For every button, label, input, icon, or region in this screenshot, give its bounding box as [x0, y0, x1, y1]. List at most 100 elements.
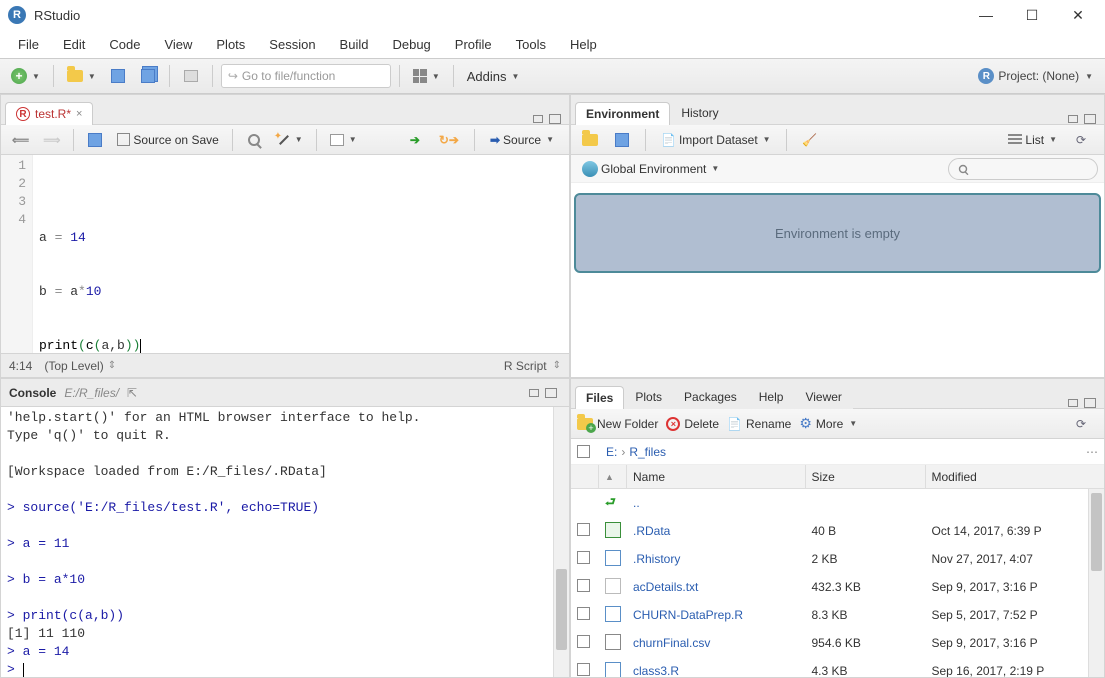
close-button[interactable]: ✕ [1065, 7, 1091, 24]
minimize-button[interactable]: — [973, 7, 999, 24]
menu-session[interactable]: Session [259, 33, 325, 56]
tab-packages[interactable]: Packages [673, 385, 748, 409]
import-dataset-button[interactable]: 📄Import Dataset▼ [656, 127, 776, 153]
console-popout-icon[interactable]: ⇱ [127, 386, 137, 400]
file-checkbox[interactable] [577, 607, 590, 620]
tab-viewer[interactable]: Viewer [794, 385, 852, 409]
file-type[interactable]: R Script [504, 359, 547, 373]
menu-tools[interactable]: Tools [506, 33, 556, 56]
titlebar: R RStudio — ☐ ✕ [0, 0, 1105, 30]
compile-button[interactable]: ▼ [325, 127, 362, 153]
menu-view[interactable]: View [154, 33, 202, 56]
open-file-button[interactable]: ▼ [62, 63, 101, 89]
menu-profile[interactable]: Profile [445, 33, 502, 56]
forward-button[interactable]: ⟹ [38, 127, 65, 153]
breadcrumb-drive[interactable]: E: [606, 445, 617, 459]
save-all-button[interactable] [135, 63, 161, 89]
print-button[interactable] [178, 63, 204, 89]
source-pane: R test.R* × ⟸ ⟹ Source on Save ▼ ▼ ➔ ↻➔ [0, 94, 570, 378]
file-checkbox[interactable] [577, 663, 590, 676]
new-folder-button[interactable]: +New Folder [577, 417, 658, 431]
minimize-pane-icon[interactable] [1068, 399, 1078, 407]
maximize-pane-icon[interactable] [549, 114, 561, 124]
tab-help[interactable]: Help [748, 385, 795, 409]
breadcrumb-more[interactable]: ⋯ [1086, 445, 1098, 459]
save-script-button[interactable] [82, 127, 108, 153]
file-checkbox[interactable] [577, 551, 590, 564]
code-area[interactable]: a = 14 b = a*10 print(c(a,b)) [33, 155, 141, 353]
file-checkbox[interactable] [577, 635, 590, 648]
col-name[interactable]: Name [627, 465, 806, 488]
refresh-files-button[interactable]: ⟳ [1068, 411, 1094, 437]
find-button[interactable] [241, 127, 267, 153]
menu-help[interactable]: Help [560, 33, 607, 56]
rename-button[interactable]: 📄Rename [727, 417, 791, 431]
clear-workspace-button[interactable]: 🧹 [797, 127, 823, 153]
source-tab-test[interactable]: R test.R* × [5, 102, 93, 125]
breadcrumb-folder[interactable]: R_files [629, 445, 666, 459]
source-script-button[interactable]: ➡Source▼ [485, 127, 559, 153]
minimize-pane-icon[interactable] [529, 389, 539, 397]
close-tab-icon[interactable]: × [76, 108, 82, 120]
console-header: Console E:/R_files/ ⇱ [1, 379, 569, 407]
refresh-env-button[interactable]: ⟳ [1068, 127, 1094, 153]
minimize-pane-icon[interactable] [1068, 115, 1078, 123]
maximize-pane-icon[interactable] [1084, 398, 1096, 408]
back-button[interactable]: ⟸ [7, 127, 34, 153]
col-modified[interactable]: Modified [926, 465, 1105, 488]
new-file-button[interactable]: +▼ [6, 63, 45, 89]
more-button[interactable]: ⚙More▼ [799, 415, 857, 432]
run-button[interactable]: ➔ [402, 127, 428, 153]
file-row[interactable]: .Rhistory2 KBNov 27, 2017, 4:07 [571, 545, 1104, 573]
scope-selector[interactable]: (Top Level)⇕ [44, 359, 116, 373]
maximize-button[interactable]: ☐ [1019, 7, 1045, 24]
minimize-pane-icon[interactable] [533, 115, 543, 123]
file-row-up[interactable]: ⮐ .. [571, 489, 1104, 517]
file-row[interactable]: churnFinal.csv954.6 KBSep 9, 2017, 3:16 … [571, 629, 1104, 657]
file-checkbox[interactable] [577, 579, 590, 592]
menu-edit[interactable]: Edit [53, 33, 95, 56]
addins-button[interactable]: Addins▼ [462, 63, 525, 89]
checkbox-icon [117, 133, 130, 146]
list-view-button[interactable]: List▼ [1003, 127, 1062, 153]
delete-button[interactable]: ×Delete [666, 417, 719, 431]
col-size[interactable]: Size [806, 465, 926, 488]
console-body[interactable]: 'help.start()' for an HTML browser inter… [1, 407, 569, 677]
tab-history[interactable]: History [670, 101, 729, 125]
file-row[interactable]: acDetails.txt432.3 KBSep 9, 2017, 3:16 P [571, 573, 1104, 601]
project-selector[interactable]: R Project: (None) ▼ [972, 68, 1099, 84]
code-editor[interactable]: 1 2 3 4 a = 14 b = a*10 print(c(a,b)) [1, 155, 569, 353]
menu-debug[interactable]: Debug [382, 33, 440, 56]
source-on-save-check[interactable]: Source on Save [112, 127, 223, 153]
addins-label: Addins [467, 69, 507, 84]
load-workspace-button[interactable] [577, 127, 603, 153]
tab-files[interactable]: Files [575, 386, 624, 409]
workspace-panes-button[interactable]: ▼ [408, 63, 445, 89]
file-row[interactable]: .RData40 BOct 14, 2017, 6:39 P [571, 517, 1104, 545]
wand-button[interactable]: ▼ [271, 127, 308, 153]
file-checkbox[interactable] [577, 523, 590, 536]
menu-code[interactable]: Code [99, 33, 150, 56]
search-icon [959, 164, 967, 172]
menu-file[interactable]: File [8, 33, 49, 56]
files-scrollbar[interactable] [1088, 489, 1104, 677]
file-row[interactable]: CHURN-DataPrep.R8.3 KBSep 5, 2017, 7:52 … [571, 601, 1104, 629]
select-all-checkbox[interactable] [577, 445, 590, 458]
env-scope-selector[interactable]: Global Environment▼ [577, 156, 724, 182]
save-button[interactable] [105, 63, 131, 89]
list-icon [1008, 134, 1022, 146]
tab-plots[interactable]: Plots [624, 385, 673, 409]
file-row[interactable]: class3.R4.3 KBSep 16, 2017, 2:19 P [571, 657, 1104, 677]
maximize-pane-icon[interactable] [1084, 114, 1096, 124]
goto-file-input[interactable]: ↪Go to file/function [221, 64, 391, 88]
menu-plots[interactable]: Plots [206, 33, 255, 56]
wand-icon [276, 133, 290, 147]
menu-build[interactable]: Build [330, 33, 379, 56]
env-search-input[interactable] [948, 158, 1098, 180]
console-scrollbar[interactable] [553, 407, 569, 677]
disk-multi-icon [141, 69, 155, 83]
maximize-pane-icon[interactable] [545, 388, 557, 398]
tab-environment[interactable]: Environment [575, 102, 670, 125]
rerun-button[interactable]: ↻➔ [434, 127, 464, 153]
save-workspace-button[interactable] [609, 127, 635, 153]
